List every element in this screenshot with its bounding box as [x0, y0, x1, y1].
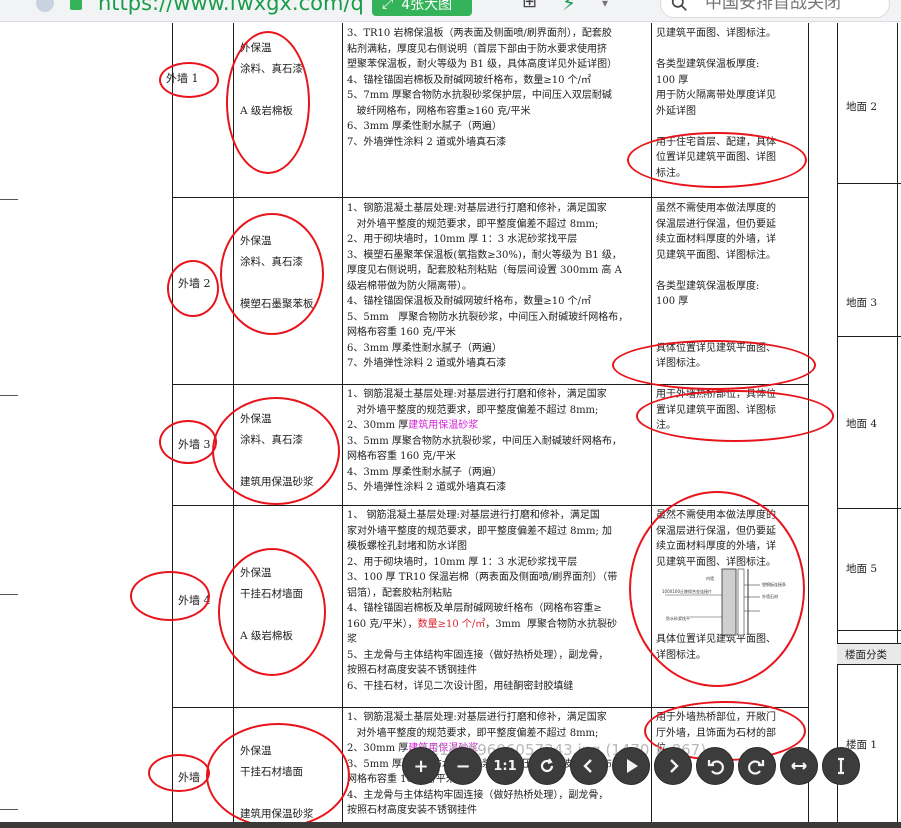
flip-vertical-button[interactable]	[822, 747, 860, 785]
margin-tick	[0, 594, 18, 595]
refresh-icon	[540, 758, 554, 773]
annotation-circle	[612, 340, 816, 390]
table-gridline	[837, 183, 901, 184]
expand-icon: ⤢	[382, 0, 394, 12]
search-icon	[671, 0, 687, 11]
construction-steps: 1、钢筋混凝土基层处理:对基层进行打磨和修补，满足国家 对外墙平整度的规范要求，…	[347, 203, 629, 369]
annotation-circle	[159, 62, 219, 98]
reset-button[interactable]	[528, 747, 566, 785]
table-gridline	[897, 23, 898, 828]
annotation-circle	[148, 754, 210, 792]
rotate-right-button[interactable]	[738, 747, 776, 785]
flip-horizontal-icon	[791, 762, 807, 770]
margin-tick	[0, 199, 18, 200]
side-category-label: 地面 2	[846, 101, 878, 113]
flip-horizontal-button[interactable]	[780, 747, 818, 785]
table-gridline	[837, 23, 838, 828]
annotation-circle	[167, 260, 219, 317]
apps-grid-icon[interactable]: ⊞	[522, 0, 537, 12]
zoom-in-icon: +	[413, 755, 429, 777]
floor-category-header: 楼面分类	[837, 643, 901, 665]
annotation-circle	[226, 31, 310, 174]
expand-images-button[interactable]: ⤢ 4张大图	[372, 0, 472, 16]
window-bottom-edge	[0, 822, 901, 828]
rotate-left-icon	[707, 760, 724, 775]
search-input[interactable]	[705, 0, 885, 13]
zoom-in-button[interactable]: +	[402, 747, 440, 785]
actual-size-button[interactable]: 1:1	[486, 747, 524, 785]
annotation-circle	[218, 548, 326, 676]
play-button[interactable]	[612, 747, 650, 785]
browser-toolbar: https://www.fwxgx.com/q ⤢ 4张大图 ⊞ ⚡ ▾	[0, 0, 901, 22]
previous-button[interactable]	[570, 747, 608, 785]
annotation-circle	[130, 571, 210, 621]
margin-tick	[0, 809, 18, 810]
zoom-out-button[interactable]: −	[444, 747, 482, 785]
table-gridline	[837, 336, 901, 337]
left-margin-strip	[0, 23, 18, 828]
rotate-right-icon	[748, 760, 765, 775]
construction-steps: 3、TR10 岩棉保温板（两表面及侧面喷/刷界面剂），配套胶 粘剂满粘，厚度见右…	[347, 28, 618, 148]
actual-size-icon: 1:1	[493, 758, 517, 774]
address-bar-url[interactable]: https://www.fwxgx.com/q	[98, 0, 364, 15]
construction-steps: 1、 钢筋混凝土基层处理:对基层进行打磨和修补，满足国 家对外墙平整度的规范要求…	[347, 510, 618, 692]
chevron-left-icon	[583, 759, 592, 773]
dropdown-caret-icon[interactable]: ▾	[602, 0, 608, 10]
construction-steps: 1、钢筋混凝土基层处理:对基层进行打磨和修补，满足国家 对外墙平整度的规范要求，…	[347, 389, 622, 493]
image-viewer-toolbar: + − 1:1	[402, 747, 860, 787]
expand-images-label: 4张大图	[401, 0, 453, 13]
rotate-left-button[interactable]	[696, 747, 734, 785]
secure-lock-icon	[70, 0, 82, 10]
margin-tick	[0, 395, 18, 396]
zoom-out-icon: −	[455, 755, 471, 777]
side-category-label: 地面 3	[846, 297, 878, 309]
search-box[interactable]	[660, 0, 890, 18]
annotation-circle	[636, 390, 834, 442]
annotation-circle	[627, 132, 807, 188]
page-info-icon[interactable]	[36, 0, 54, 12]
annotation-circle	[159, 420, 217, 464]
highlighted-material-text: 建筑用保温砂浆	[408, 420, 479, 431]
table-gridline	[837, 630, 901, 631]
side-category-label: 地面 5	[846, 563, 878, 575]
table-gridline	[837, 508, 901, 509]
annotation-circle	[220, 213, 324, 335]
lightning-icon[interactable]: ⚡	[562, 0, 576, 15]
side-category-label: 地面 4	[846, 418, 878, 430]
document-image: 外墙 1 外保温 涂料、真石漆 A 级岩棉板 3、TR10 岩棉保温板（两表面及…	[0, 23, 901, 828]
table-gridline	[172, 197, 808, 198]
chevron-right-icon	[670, 759, 679, 773]
annotation-circle	[629, 491, 805, 687]
annotation-circle	[212, 397, 340, 505]
flip-vertical-icon	[838, 757, 844, 775]
annotation-circle	[206, 723, 350, 828]
next-button[interactable]	[654, 747, 692, 785]
anchor-quantity-text: 数量≥10 个/㎡	[417, 618, 486, 630]
play-icon	[627, 759, 638, 773]
